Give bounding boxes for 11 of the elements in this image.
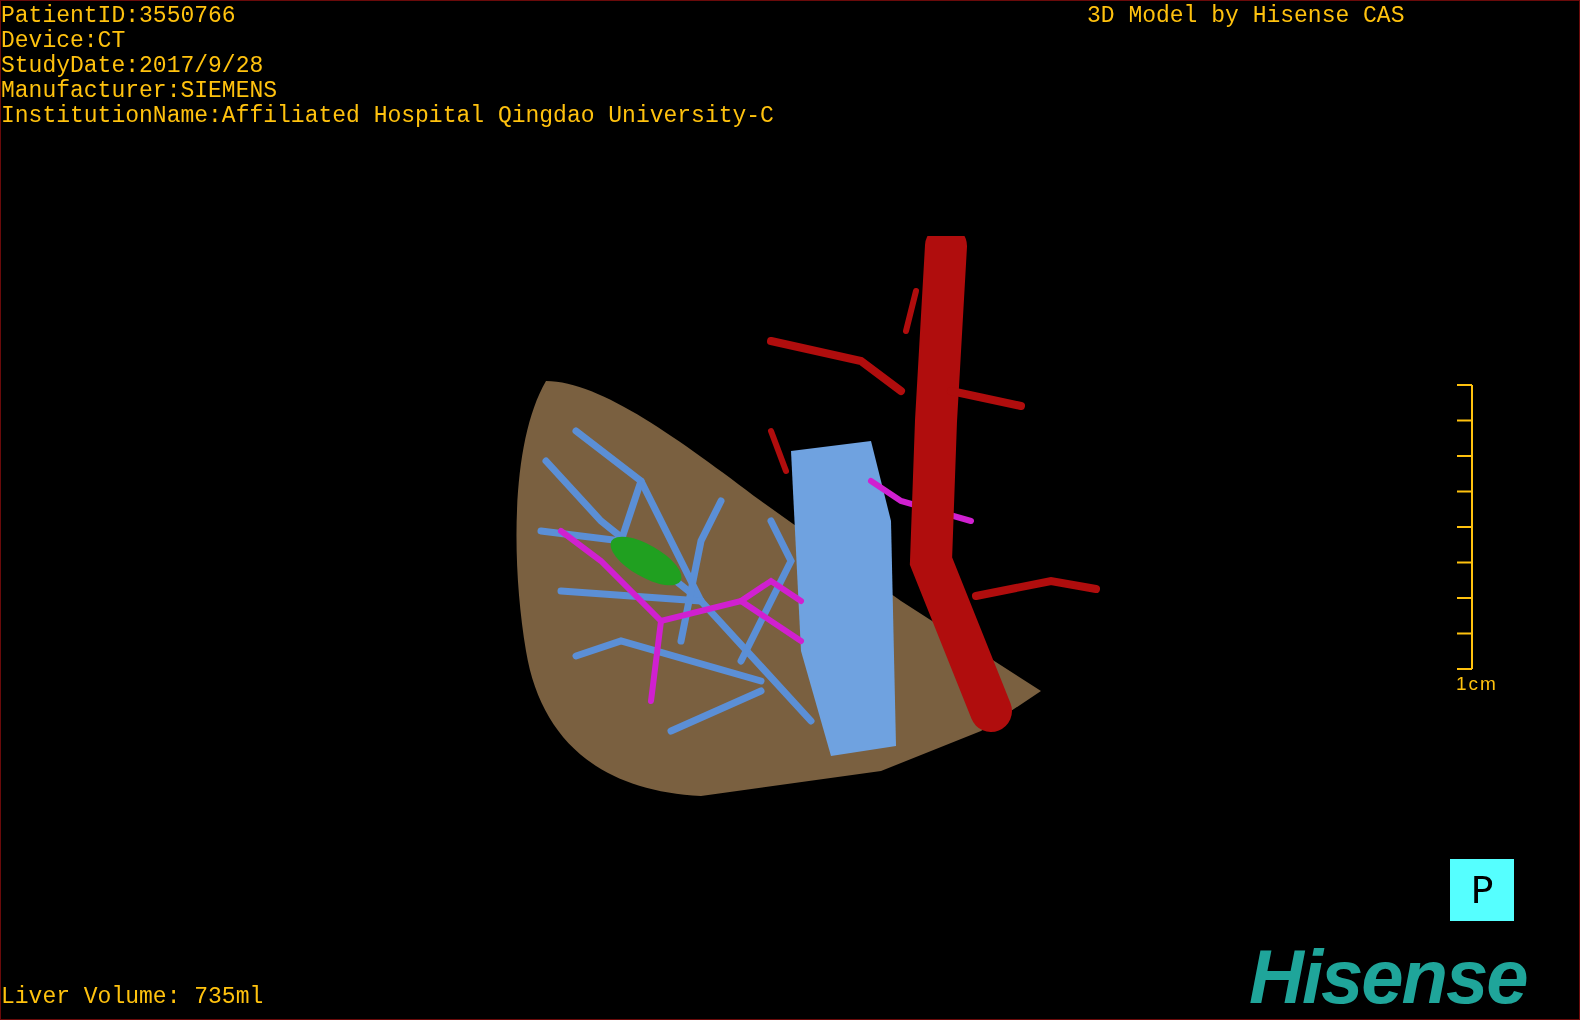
patient-info-text: PatientID:3550766 (1, 4, 237, 29)
patient-info-text: InstitutionName:Affiliated Hospital Qingdao University-C (1, 104, 774, 129)
scale-label: 1cm (1456, 673, 1498, 695)
model-title: 3D Model by Hisense CAS (1087, 4, 1405, 29)
patient-info-text: StudyDate:2017/9/28 (1, 54, 265, 79)
scale-bar-icon (1455, 384, 1475, 670)
patient-info-text: Manufacturer:SIEMENS (1, 79, 279, 104)
liver-volume-text: Liver Volume: 735ml (1, 985, 264, 1010)
orientation-marker: P (1450, 859, 1514, 921)
logo-text: Hisense (1249, 937, 1527, 1017)
patient-info-text: Device:CT (1, 29, 127, 54)
